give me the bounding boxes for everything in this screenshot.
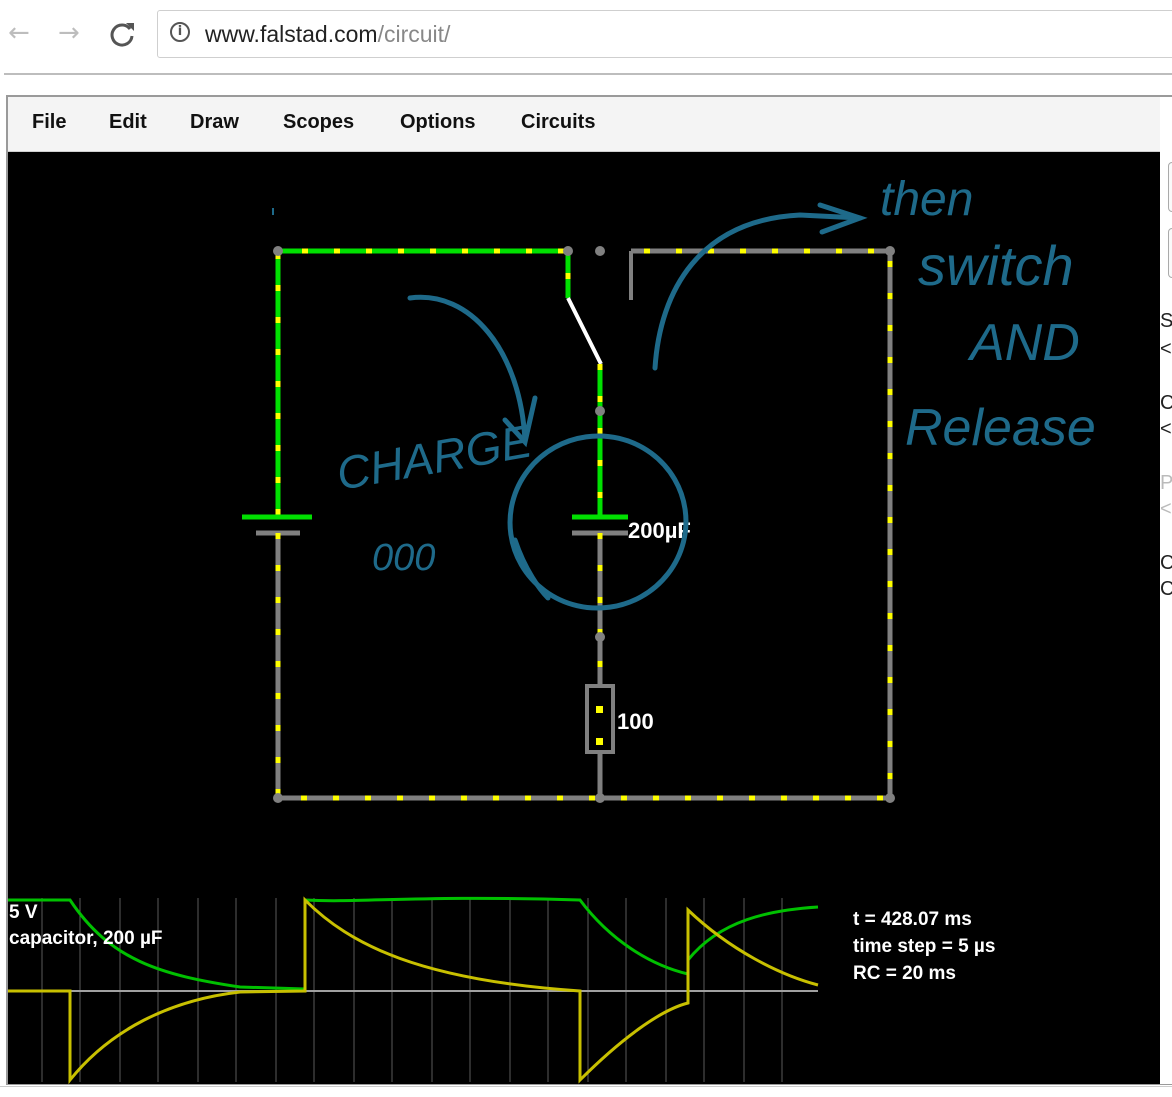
address-bar[interactable]: i www.falstad.com/circuit/ xyxy=(157,10,1172,58)
menu-file[interactable]: File xyxy=(32,111,66,134)
side-panel-button[interactable] xyxy=(1168,228,1172,278)
menu-draw[interactable]: Draw xyxy=(190,111,239,134)
side-panel-button[interactable] xyxy=(1168,162,1172,212)
annotation-then: then xyxy=(880,173,973,226)
side-panel-text: C xyxy=(1160,578,1172,600)
side-panel-text: C xyxy=(1160,392,1172,414)
annotation-and: AND xyxy=(967,314,1080,372)
url-text: www.falstad.com/circuit/ xyxy=(205,21,451,47)
annotation-switch: switch xyxy=(918,234,1074,297)
annotation-charge-dots: 000 xyxy=(372,537,435,579)
annotation-charge xyxy=(407,202,868,611)
bottom-strip xyxy=(0,1086,1172,1097)
capacitor-label: 200µF xyxy=(628,518,691,543)
side-panel: S < C < P < C C xyxy=(1160,152,1172,1084)
browser-toolbar: ← → i www.falstad.com/circuit/ xyxy=(0,0,1172,70)
side-panel-text: < xyxy=(1160,338,1172,360)
scope-trace-label: capacitor, 200 µF xyxy=(9,928,163,949)
scope-time: t = 428.07 ms xyxy=(853,909,972,930)
circuit-diagram: 200µF 100 CHARGE 000 then switch AND Rel… xyxy=(242,173,1096,803)
scope-voltage-label: 5 V xyxy=(9,902,38,923)
battery[interactable] xyxy=(242,514,312,536)
forward-arrow-icon[interactable]: → xyxy=(58,18,80,48)
side-panel-text: P xyxy=(1160,472,1172,494)
menu-options[interactable]: Options xyxy=(400,111,476,134)
side-panel-text: S xyxy=(1160,310,1172,332)
wire-switch-capacitor[interactable] xyxy=(595,364,605,515)
side-panel-text: C xyxy=(1160,552,1172,574)
menu-bar: File Edit Draw Scopes Options Circuits xyxy=(8,97,1160,152)
circuit-canvas[interactable]: 200µF 100 CHARGE 000 then switch AND Rel… xyxy=(8,152,1160,1084)
menu-circuits[interactable]: Circuits xyxy=(521,111,595,134)
scope-timestep: time step = 5 µs xyxy=(853,936,995,957)
side-panel-text: < xyxy=(1160,418,1172,440)
annotation-charge-text: CHARGE xyxy=(333,414,537,500)
toolbar-divider xyxy=(4,73,1172,75)
menu-scopes[interactable]: Scopes xyxy=(283,111,354,134)
annotation-release: Release xyxy=(905,399,1096,457)
reload-icon[interactable] xyxy=(108,20,136,53)
scope-rc: RC = 20 ms xyxy=(853,963,956,984)
side-panel-text: < xyxy=(1160,498,1172,520)
switch[interactable] xyxy=(563,246,633,365)
menu-edit[interactable]: Edit xyxy=(109,111,147,134)
resistor[interactable] xyxy=(585,684,615,754)
capacitor[interactable] xyxy=(572,514,628,536)
info-icon[interactable]: i xyxy=(170,22,190,42)
scope[interactable]: 5 V capacitor, 200 µF t = 428.07 ms time… xyxy=(8,896,995,1084)
back-arrow-icon[interactable]: ← xyxy=(8,18,30,48)
resistor-label: 100 xyxy=(617,709,654,734)
